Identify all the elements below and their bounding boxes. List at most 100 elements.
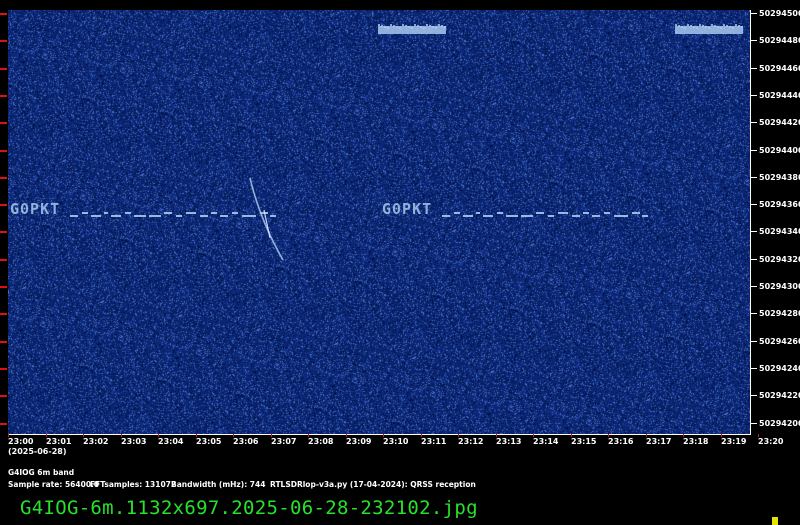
left-red-tick [0, 313, 7, 315]
qrss-dash [70, 215, 78, 217]
top-burst-spike [720, 27, 722, 29]
top-burst-spike [444, 26, 446, 28]
top-burst-spike [402, 24, 404, 26]
qrss-dash [548, 215, 554, 217]
x-axis-label: 23:15 [571, 437, 597, 446]
qrss-dash [200, 215, 208, 217]
top-burst-spike [429, 25, 431, 27]
qrss-dash [506, 215, 518, 217]
left-red-tick [0, 122, 7, 124]
y-axis-label: 50294200 [759, 419, 800, 428]
qrss-dash [211, 212, 217, 214]
qrss-callsign: G0PKT [10, 200, 60, 218]
top-burst-spike [387, 27, 389, 29]
x-axis-label: 23:07 [271, 437, 297, 446]
y-axis-tick [750, 395, 757, 396]
y-axis-tick [750, 313, 757, 314]
qrss-dash [521, 215, 533, 217]
left-red-tick [0, 13, 7, 15]
qrss-callsign: G0PKT [382, 200, 432, 218]
corner-marker [772, 517, 778, 525]
top-burst-spike [714, 25, 716, 27]
y-axis-label: 50294460 [759, 64, 800, 73]
qrss-dash [242, 215, 256, 217]
y-axis-tick [750, 122, 757, 123]
x-axis-label: 23:14 [533, 437, 559, 446]
x-axis-label: 23:11 [421, 437, 447, 446]
qrss-dash [632, 212, 640, 214]
y-axis-tick [750, 259, 757, 260]
left-red-tick [0, 259, 7, 261]
plot-right-border [750, 10, 751, 435]
x-axis-label: 23:02 [83, 437, 109, 446]
x-axis-label: 23:09 [346, 437, 372, 446]
top-burst-spike [405, 25, 407, 27]
qrss-dash [558, 212, 568, 214]
top-burst-spike [708, 27, 710, 29]
top-burst-spike [699, 24, 701, 26]
top-burst-spike [678, 25, 680, 27]
y-axis-label: 50294300 [759, 282, 800, 291]
top-burst-spike [729, 26, 731, 28]
top-burst-spike [702, 25, 704, 27]
top-burst-spike [693, 26, 695, 28]
y-axis-tick [750, 423, 757, 424]
y-axis-tick [750, 231, 757, 232]
qrss-dash [592, 215, 600, 217]
top-burst-spike [675, 24, 677, 26]
qrss-dash [149, 215, 161, 217]
sample-rate-label: Sample rate: 56400.0 [8, 480, 100, 489]
top-burst-spike [711, 24, 713, 26]
plot-bottom-border [8, 434, 750, 435]
y-axis-label: 50294360 [759, 200, 800, 209]
top-burst-spike [390, 24, 392, 26]
y-axis-label: 50294220 [759, 391, 800, 400]
waterfall-spectrogram: G0PKT G0PKT [8, 10, 750, 435]
y-axis-tick [750, 204, 757, 205]
bandwidth-label: Bandwidth (mHz): 744 [171, 480, 266, 489]
top-burst-spike [705, 26, 707, 28]
x-axis-label: 23:08 [308, 437, 334, 446]
top-burst-spike [384, 26, 386, 28]
top-burst-spike [408, 26, 410, 28]
date-label: (2025-06-28) [8, 447, 67, 456]
filename-label: G4IOG-6m.1132x697.2025-06-28-232102.jpg [20, 497, 478, 519]
left-red-tick [0, 395, 7, 397]
y-axis-label: 50294320 [759, 255, 800, 264]
y-axis-tick [750, 40, 757, 41]
qrss-dash [176, 215, 182, 217]
left-red-tick [0, 231, 7, 233]
y-axis-tick [750, 150, 757, 151]
qrss-dash [125, 212, 131, 214]
signal-overlay: G0PKT G0PKT [10, 24, 743, 261]
top-burst-spike [732, 27, 734, 29]
top-burst-spike [423, 27, 425, 29]
qrss-dash [572, 215, 580, 217]
qrss-dash [220, 215, 228, 217]
left-red-tick [0, 150, 7, 152]
top-burst-spike [696, 27, 698, 29]
qrss-dash [454, 212, 460, 214]
top-burst-spike [681, 26, 683, 28]
qrss-dash [476, 212, 480, 214]
qrss-dash [186, 212, 196, 214]
top-burst-spike [414, 24, 416, 26]
x-axis-label: 23:13 [496, 437, 522, 446]
y-axis-label: 50294240 [759, 364, 800, 373]
x-axis-label: 23:12 [458, 437, 484, 446]
qrss-dash [642, 215, 648, 217]
y-axis-tick [750, 95, 757, 96]
y-axis-tick [750, 341, 757, 342]
top-burst-spike [726, 25, 728, 27]
top-burst-spike [399, 27, 401, 29]
x-axis-label: 23:20 [758, 437, 784, 446]
y-axis-label: 50294380 [759, 173, 800, 182]
y-axis-label: 50294340 [759, 227, 800, 236]
qrss-dash [442, 215, 450, 217]
top-burst-spike [411, 27, 413, 29]
x-axis-label: 23:18 [683, 437, 709, 446]
x-axis-label: 23:03 [121, 437, 147, 446]
station-label: G4IOG 6m band [8, 468, 75, 477]
left-red-tick [0, 341, 7, 343]
qrss-dash [111, 215, 121, 217]
